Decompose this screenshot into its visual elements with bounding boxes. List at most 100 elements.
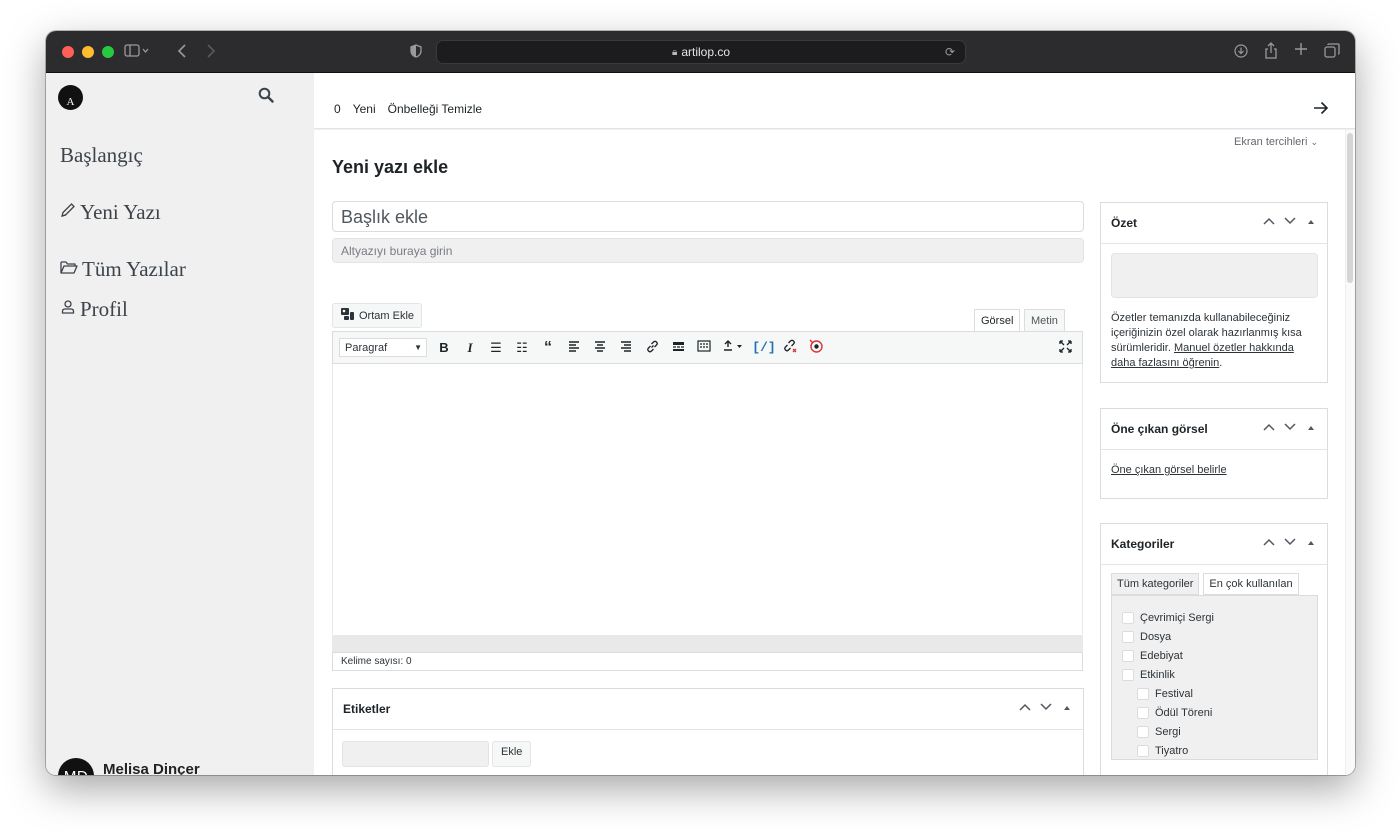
collapse-icon[interactable]	[1061, 702, 1073, 714]
fullscreen-icon[interactable]	[1059, 340, 1072, 356]
page-scrollbar-thumb[interactable]	[1347, 133, 1353, 283]
move-down-icon[interactable]	[1284, 216, 1296, 228]
category-checkbox[interactable]	[1122, 611, 1134, 624]
bullet-list-icon[interactable]: ☰	[483, 340, 509, 356]
blockquote-icon[interactable]: “	[535, 339, 561, 357]
site-logo[interactable]: A	[58, 85, 83, 110]
shortcode-icon[interactable]: [/]	[751, 340, 777, 355]
category-checkbox[interactable]	[1122, 668, 1134, 681]
move-up-icon[interactable]	[1263, 537, 1275, 549]
new-tab-icon[interactable]	[1294, 42, 1308, 59]
folder-icon	[60, 260, 78, 280]
tab-visual[interactable]: Görsel	[974, 309, 1021, 332]
sidebar-item-tum-yazilar[interactable]: Tüm Yazılar	[60, 257, 186, 282]
move-up-icon[interactable]	[1019, 702, 1031, 714]
category-label: Festival	[1155, 687, 1193, 700]
excerpt-textarea[interactable]	[1111, 253, 1318, 298]
back-icon[interactable]	[177, 44, 187, 61]
numbered-list-icon[interactable]: ☷	[509, 340, 535, 356]
category-checkbox[interactable]	[1122, 649, 1134, 662]
category-item[interactable]: Sergi	[1112, 722, 1317, 741]
tags-box-title: Etiketler	[343, 702, 391, 716]
move-up-icon[interactable]	[1263, 422, 1275, 434]
excerpt-box-header[interactable]: Özet	[1101, 203, 1327, 244]
add-tag-button[interactable]: Ekle	[492, 741, 532, 767]
category-item[interactable]: Dosya	[1112, 627, 1317, 646]
clear-cache-link[interactable]: Önbelleği Temizle	[388, 102, 483, 116]
tags-box-header[interactable]: Etiketler	[333, 689, 1083, 730]
set-featured-image-link[interactable]: Öne çıkan görsel belirle	[1111, 464, 1227, 476]
media-icon	[340, 307, 355, 324]
minimize-window-button[interactable]	[82, 45, 94, 58]
chevron-down-icon: ⌄	[1310, 137, 1318, 147]
move-up-icon[interactable]	[1263, 216, 1275, 228]
category-checkbox[interactable]	[1137, 725, 1149, 738]
close-window-button[interactable]	[62, 45, 74, 58]
post-title-input[interactable]: Başlık ekle	[332, 201, 1084, 232]
tab-all-categories[interactable]: Tüm kategoriler	[1111, 573, 1200, 595]
collapse-icon[interactable]	[1305, 216, 1317, 228]
screen-options-toggle[interactable]: Ekran tercihleri ⌄	[1234, 136, 1318, 148]
avatar: MD	[58, 758, 94, 775]
tab-text[interactable]: Metin	[1024, 309, 1065, 332]
bold-icon[interactable]: B	[431, 340, 457, 355]
category-item[interactable]: Etkinlik	[1112, 665, 1317, 684]
align-center-icon[interactable]	[587, 340, 613, 355]
sidebar-item-yeni-yazi[interactable]: Yeni Yazı	[60, 200, 161, 225]
tab-overview-icon[interactable]	[1324, 43, 1340, 61]
share-icon[interactable]	[1264, 42, 1278, 62]
editor-page: Ekran tercihleri ⌄ Yeni yazı ekle Başlık…	[314, 130, 1345, 775]
collapse-icon[interactable]	[1305, 537, 1317, 549]
category-item[interactable]: Festival	[1112, 684, 1317, 703]
format-select-value: Paragraf	[345, 341, 388, 354]
collapse-icon[interactable]	[1305, 422, 1317, 434]
category-item[interactable]: Tiyatro	[1112, 741, 1317, 760]
category-checkbox[interactable]	[1137, 744, 1149, 757]
translate-reload-icons[interactable]: ⟳	[945, 45, 955, 59]
tag-input[interactable]	[342, 741, 489, 767]
address-bar[interactable]: 🔒︎ artilop.co ⟳	[436, 40, 966, 64]
editor-content-area[interactable]	[332, 364, 1083, 634]
categories-box-header[interactable]: Kategoriler	[1101, 524, 1327, 565]
category-item[interactable]: Edebiyat	[1112, 646, 1317, 665]
toolbar-toggle-icon[interactable]	[691, 340, 717, 355]
forward-icon[interactable]	[206, 44, 216, 61]
category-checkbox[interactable]	[1122, 630, 1134, 643]
privacy-shield-icon[interactable]	[410, 44, 422, 61]
category-item[interactable]: Çevrimiçi Sergi	[1112, 608, 1317, 627]
logo-letter: A	[66, 96, 75, 108]
target-icon[interactable]	[803, 339, 829, 356]
tab-most-used[interactable]: En çok kullanılan	[1203, 573, 1299, 595]
sidebar-item-baslangic[interactable]: Başlangıç	[60, 143, 143, 168]
user-profile[interactable]: MD Melisa Dinçer Yazar	[58, 758, 200, 775]
add-media-button[interactable]: Ortam Ekle	[332, 303, 423, 328]
arrow-right-icon[interactable]	[1313, 99, 1329, 120]
category-checkbox[interactable]	[1137, 706, 1149, 719]
sidebar-item-profil[interactable]: Profil	[60, 297, 128, 322]
sidebar-item-label: Profil	[80, 297, 128, 321]
category-checkbox[interactable]	[1137, 687, 1149, 700]
align-right-icon[interactable]	[613, 340, 639, 355]
move-down-icon[interactable]	[1284, 537, 1296, 549]
person-icon	[60, 299, 76, 320]
align-left-icon[interactable]	[561, 340, 587, 355]
subtitle-input[interactable]: Altyazıyı buraya girin	[332, 238, 1084, 263]
zoom-window-button[interactable]	[102, 45, 114, 58]
format-select[interactable]: Paragraf ▼	[339, 338, 427, 357]
sidebar-toggle-icon[interactable]	[124, 44, 150, 61]
unlink-icon[interactable]	[777, 339, 803, 356]
sidebar-item-label: Başlangıç	[60, 143, 143, 167]
insert-icon[interactable]	[717, 340, 751, 355]
move-down-icon[interactable]	[1284, 422, 1296, 434]
read-more-icon[interactable]	[665, 340, 691, 355]
link-icon[interactable]	[639, 340, 665, 356]
italic-icon[interactable]: I	[457, 340, 483, 356]
search-icon[interactable]	[258, 87, 274, 103]
category-item[interactable]: Ödül Töreni	[1112, 703, 1317, 722]
featured-image-box-header[interactable]: Öne çıkan görsel	[1101, 409, 1327, 450]
new-link[interactable]: Yeni	[353, 102, 376, 116]
comment-count[interactable]: 0	[334, 102, 341, 116]
window-controls	[62, 45, 114, 58]
move-down-icon[interactable]	[1040, 702, 1052, 714]
download-icon[interactable]	[1234, 44, 1248, 61]
